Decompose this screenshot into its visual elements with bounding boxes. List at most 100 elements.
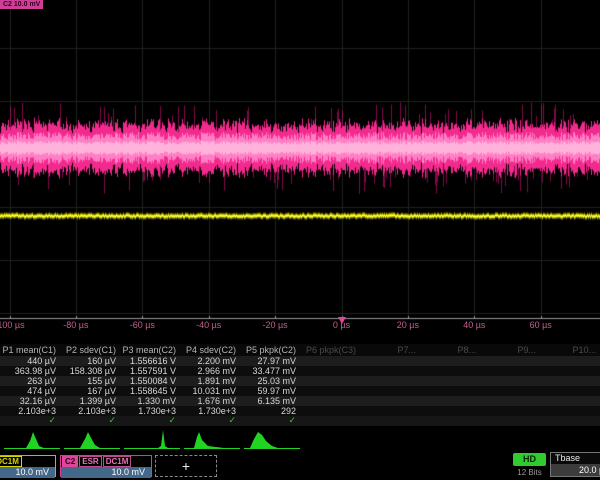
measurement-cell: 1.730e+3 bbox=[180, 406, 240, 416]
histicon-p3[interactable] bbox=[124, 429, 180, 450]
axis-tick-label: -20 µs bbox=[262, 320, 287, 330]
measurement-cell bbox=[300, 386, 360, 396]
measurement-cell bbox=[360, 376, 420, 386]
measurement-cell: 1.891 mV bbox=[180, 376, 240, 386]
measurement-cell: 1.399 µV bbox=[60, 396, 120, 406]
measurement-cell bbox=[360, 396, 420, 406]
add-trace-button[interactable]: + bbox=[155, 455, 217, 477]
measurement-status-check bbox=[480, 416, 540, 426]
measurement-status-check bbox=[420, 416, 480, 426]
measurement-cell bbox=[420, 396, 480, 406]
measurement-cell bbox=[300, 356, 360, 366]
histicon-p5[interactable] bbox=[244, 429, 300, 450]
measurement-cell: 1.556616 V bbox=[120, 356, 180, 366]
timebase-descriptor-box[interactable]: Tbase 20.0 µs bbox=[550, 452, 600, 477]
measurement-cell bbox=[300, 406, 360, 416]
trigger-position-marker[interactable] bbox=[338, 317, 346, 324]
measurement-cell: 2.966 mV bbox=[180, 366, 240, 376]
measurement-cell: 1.676 mV bbox=[180, 396, 240, 406]
measurement-cell bbox=[540, 366, 600, 376]
measurement-status-check: ✓ bbox=[240, 416, 300, 426]
measurement-cell bbox=[480, 386, 540, 396]
timebase-value: 20.0 µs bbox=[551, 464, 600, 476]
measurement-cell bbox=[480, 396, 540, 406]
measurement-cell: 1.557591 V bbox=[120, 366, 180, 376]
measurement-cell: 2.103e+3 bbox=[60, 406, 120, 416]
hd-mode-badge[interactable]: HD bbox=[513, 453, 546, 466]
measurement-cell bbox=[420, 366, 480, 376]
measurement-cell bbox=[420, 406, 480, 416]
measurement-cell bbox=[480, 376, 540, 386]
measurement-cell: 10.031 mV bbox=[180, 386, 240, 396]
trace-annotation-label: C2 10.0 mV bbox=[0, 0, 43, 9]
bit-depth-label: 12 Bits bbox=[513, 468, 546, 477]
measurement-status-check: ✓ bbox=[120, 416, 180, 426]
measurement-cell: 59.97 mV bbox=[240, 386, 300, 396]
channel-descriptor-c1[interactable]: C1 DC1M 10.0 mV bbox=[0, 455, 56, 477]
measurement-cell bbox=[300, 396, 360, 406]
measurement-cell: 263 µV bbox=[0, 376, 60, 386]
measurement-cell: 167 µV bbox=[60, 386, 120, 396]
c1-volts-per-div: 10.0 mV bbox=[0, 467, 55, 478]
measurement-cell bbox=[540, 396, 600, 406]
waveform-display bbox=[0, 0, 600, 320]
measurement-cell bbox=[360, 386, 420, 396]
measurement-status-check bbox=[540, 416, 600, 426]
measurement-cell: 2.200 mV bbox=[180, 356, 240, 366]
histicon-p1[interactable] bbox=[4, 429, 60, 450]
measurement-status-check: ✓ bbox=[0, 416, 60, 426]
measurement-status-check bbox=[360, 416, 420, 426]
measurement-cell: 2.103e+3 bbox=[0, 406, 60, 416]
measurement-status-check: ✓ bbox=[60, 416, 120, 426]
measurement-cell: 158.308 µV bbox=[60, 366, 120, 376]
measurement-cell: 363.98 µV bbox=[0, 366, 60, 376]
axis-tick-label: 40 µs bbox=[463, 320, 485, 330]
axis-tick-label: 60 µs bbox=[530, 320, 552, 330]
measurement-status-check bbox=[300, 416, 360, 426]
measurement-cell bbox=[540, 376, 600, 386]
axis-tick-label: -80 µs bbox=[63, 320, 88, 330]
c2-label-badge: C2 bbox=[62, 456, 78, 467]
time-axis: -100 µs-80 µs-60 µs-40 µs-20 µs0 µs20 µs… bbox=[0, 320, 600, 333]
axis-tick-label: -40 µs bbox=[196, 320, 221, 330]
measurement-cell bbox=[360, 366, 420, 376]
histicon-p4[interactable] bbox=[184, 429, 240, 450]
measurement-column-header[interactable]: P5 pkpk(C2) bbox=[240, 344, 300, 356]
measurement-column-header[interactable]: P1 mean(C1) bbox=[0, 344, 60, 356]
measurement-cell bbox=[300, 366, 360, 376]
channel-descriptor-c2[interactable]: C2 ESR DC1M 10.0 mV bbox=[60, 455, 152, 477]
measurement-cell bbox=[480, 366, 540, 376]
measurement-cell: 33.477 mV bbox=[240, 366, 300, 376]
measurement-table: P1 mean(C1)P2 sdev(C1)P3 mean(C2)P4 sdev… bbox=[0, 344, 600, 426]
measurement-column-header[interactable]: P7... bbox=[360, 344, 420, 356]
measurement-cell bbox=[540, 406, 600, 416]
measurement-cell bbox=[540, 386, 600, 396]
measurement-cell bbox=[480, 406, 540, 416]
measurement-cell bbox=[540, 356, 600, 366]
measurement-column-header[interactable]: P9... bbox=[480, 344, 540, 356]
measurement-column-header[interactable]: P10... bbox=[540, 344, 600, 356]
measurement-cell: 440 µV bbox=[0, 356, 60, 366]
measurement-cell bbox=[480, 356, 540, 366]
measurement-column-header[interactable]: P2 sdev(C1) bbox=[60, 344, 120, 356]
measurement-cell bbox=[420, 376, 480, 386]
measurement-cell bbox=[360, 406, 420, 416]
measurement-status-check: ✓ bbox=[180, 416, 240, 426]
measurement-column-header[interactable]: P8... bbox=[420, 344, 480, 356]
measurement-cell: 27.97 mV bbox=[240, 356, 300, 366]
oscilloscope-screen: C2 10.0 mV -100 µs-80 µs-60 µs-40 µs-20 … bbox=[0, 0, 600, 480]
axis-tick-label: -100 µs bbox=[0, 320, 25, 330]
measurement-cell: 1.558645 V bbox=[120, 386, 180, 396]
histicon-p2[interactable] bbox=[64, 429, 120, 450]
measurement-cell: 25.03 mV bbox=[240, 376, 300, 386]
measurement-column-header[interactable]: P6 pkpk(C3) bbox=[300, 344, 360, 356]
measurement-column-header[interactable]: P4 sdev(C2) bbox=[180, 344, 240, 356]
measurement-cell: 474 µV bbox=[0, 386, 60, 396]
timebase-title: Tbase bbox=[551, 453, 600, 464]
measurement-column-header[interactable]: P3 mean(C2) bbox=[120, 344, 180, 356]
axis-tick-label: 20 µs bbox=[397, 320, 419, 330]
measurement-cell: 160 µV bbox=[60, 356, 120, 366]
measurement-cell: 155 µV bbox=[60, 376, 120, 386]
measurement-cell bbox=[420, 356, 480, 366]
measurement-cell: 1.550084 V bbox=[120, 376, 180, 386]
